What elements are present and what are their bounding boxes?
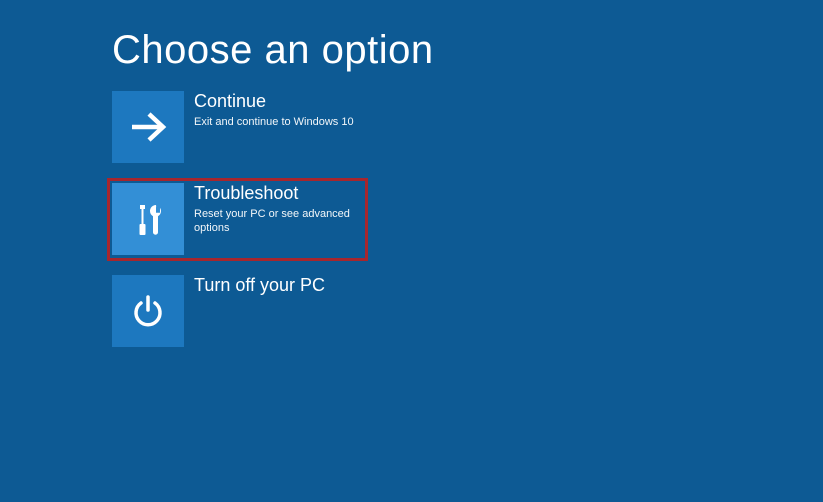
option-title-continue: Continue xyxy=(194,91,354,113)
option-title-turnoff: Turn off your PC xyxy=(194,275,325,297)
option-continue[interactable]: Continue Exit and continue to Windows 10 xyxy=(112,91,362,163)
tile-turnoff xyxy=(112,275,184,347)
tile-troubleshoot xyxy=(112,183,184,255)
option-text: Turn off your PC xyxy=(184,275,325,297)
option-desc-troubleshoot: Reset your PC or see advanced options xyxy=(194,205,362,236)
option-text: Continue Exit and continue to Windows 10 xyxy=(184,91,354,129)
option-troubleshoot[interactable]: Troubleshoot Reset your PC or see advanc… xyxy=(107,178,368,261)
power-icon xyxy=(128,291,168,331)
option-text: Troubleshoot Reset your PC or see advanc… xyxy=(184,183,362,235)
option-turnoff[interactable]: Turn off your PC xyxy=(112,275,362,347)
page-title: Choose an option xyxy=(0,0,823,91)
option-desc-continue: Exit and continue to Windows 10 xyxy=(194,113,354,129)
tools-icon xyxy=(126,197,170,241)
arrow-right-icon xyxy=(127,106,169,148)
option-title-troubleshoot: Troubleshoot xyxy=(194,183,362,205)
tile-continue xyxy=(112,91,184,163)
